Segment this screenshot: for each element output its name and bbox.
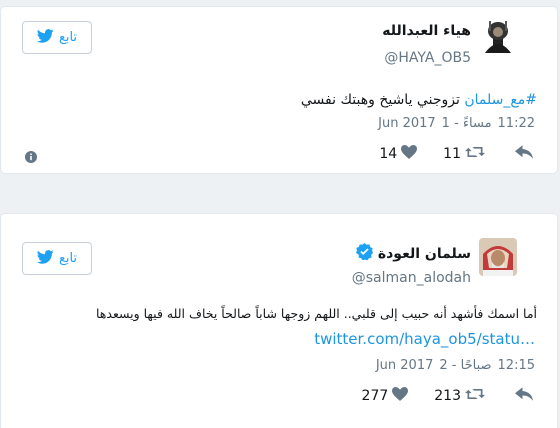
retweet-icon[interactable] <box>465 145 485 163</box>
like-action[interactable]: 14 <box>379 145 418 163</box>
retweet-icon[interactable] <box>465 387 485 405</box>
timestamp-date: Jun 2017 <box>378 116 436 131</box>
avatar[interactable] <box>479 17 517 55</box>
hashtag-link[interactable]: #مع_سلمان <box>464 92 537 108</box>
author-name-row: سلمان العودة <box>355 243 471 264</box>
reply-action[interactable] <box>515 387 533 405</box>
like-icon[interactable] <box>392 387 409 405</box>
bird-icon <box>36 28 54 47</box>
verified-badge-icon <box>355 243 373 264</box>
tweet-link[interactable]: twitter.com/haya_ob5/statu… <box>314 330 535 348</box>
tweet-text: أما اسمك فأشهد أنه حبيب إلى قلبي.. اللهم… <box>95 306 537 321</box>
timestamp[interactable]: Jun 2017 مساءً - 1 11:22 <box>378 116 535 131</box>
like-icon[interactable] <box>401 145 418 163</box>
tweet-actions: 277 213 <box>362 387 533 405</box>
timestamp-period: مساءً - 1 <box>441 116 492 131</box>
timestamp-date: Jun 2017 <box>375 358 434 373</box>
reply-action[interactable] <box>515 145 533 163</box>
timestamp[interactable]: Jun 2017 صباحًا - 2 12:15 <box>376 358 535 373</box>
author-name[interactable]: سلمان العودة <box>378 246 471 262</box>
author-handle[interactable]: @salman_alodah <box>352 270 471 286</box>
tweet-text: #مع_سلمان تزوجني ياشيخ وهبتك نفسي <box>301 92 537 108</box>
like-count: 14 <box>379 146 398 162</box>
tweet-body: تزوجني ياشيخ وهبتك نفسي <box>300 92 465 108</box>
like-action[interactable]: 277 <box>362 387 409 405</box>
timestamp-time: 11:22 <box>497 116 535 131</box>
follow-label: تابع <box>58 251 78 266</box>
tweet-card: تابع هياء العبدالله @HAYA_OB5 #مع_سلمان … <box>0 6 558 174</box>
avatar[interactable] <box>479 238 517 276</box>
author-name[interactable]: هياء العبدالله <box>382 23 471 39</box>
reply-icon[interactable] <box>515 145 533 163</box>
info-icon[interactable] <box>25 148 37 167</box>
bird-icon <box>36 249 54 268</box>
author-name-row: هياء العبدالله <box>382 23 471 39</box>
follow-label: تابع <box>58 30 78 45</box>
author-handle[interactable]: @HAYA_OB5 <box>384 50 471 66</box>
reply-icon[interactable] <box>515 387 533 405</box>
tweet-card: تابع سلمان العودة @salman_alodah أما اسم… <box>0 213 558 428</box>
retweet-count: 213 <box>434 388 461 404</box>
retweet-action[interactable]: 213 <box>434 387 485 405</box>
timestamp-time: 12:15 <box>497 358 535 373</box>
like-count: 277 <box>361 388 389 404</box>
timestamp-period: صباحًا - 2 <box>439 358 492 373</box>
retweet-action[interactable]: 11 <box>443 145 485 163</box>
follow-button[interactable]: تابع <box>22 242 92 275</box>
follow-button[interactable]: تابع <box>22 21 92 54</box>
retweet-count: 11 <box>443 146 461 162</box>
tweet-actions: 14 11 <box>379 145 533 163</box>
